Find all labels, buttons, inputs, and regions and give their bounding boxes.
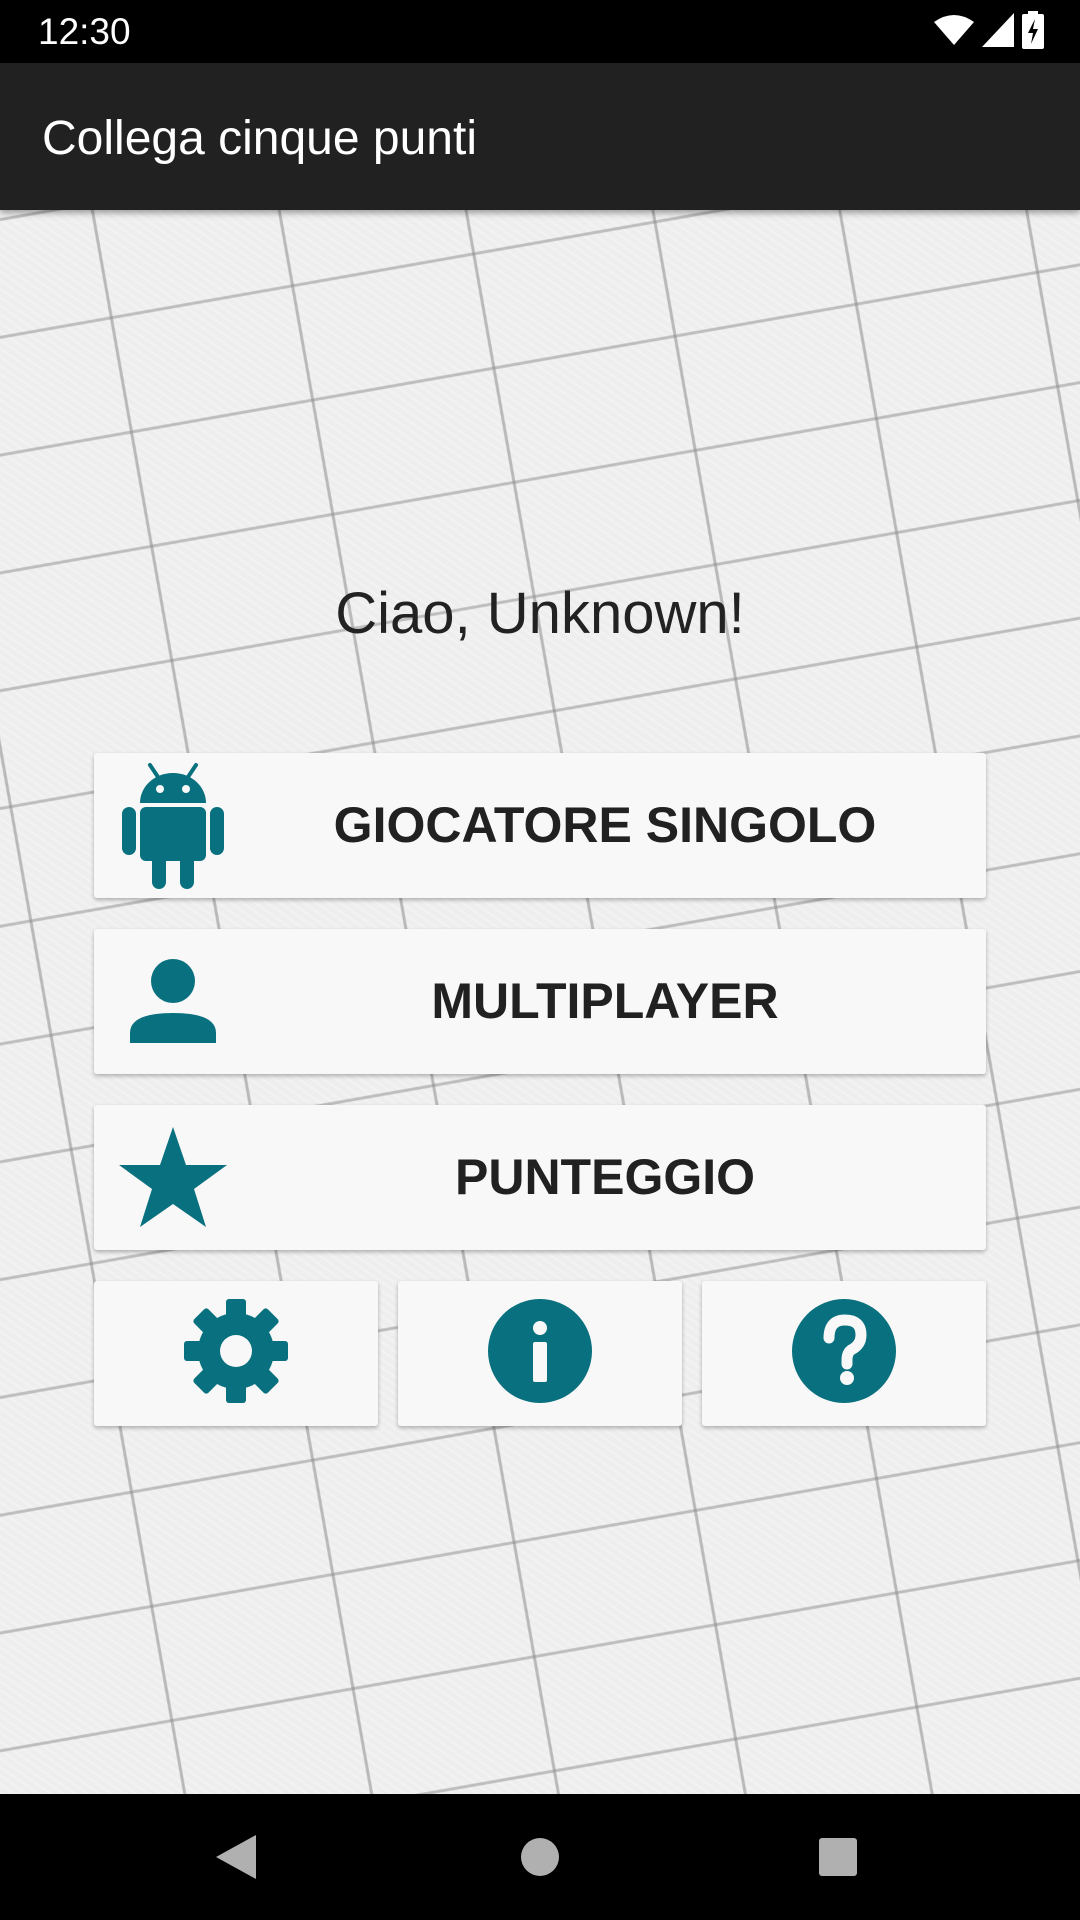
score-button[interactable]: PUNTEGGIO [94, 1105, 986, 1250]
status-bar: 12:30 [0, 0, 1080, 63]
navigation-bar [0, 1794, 1080, 1920]
cell-signal-icon [982, 12, 1014, 52]
app-title: Collega cinque punti [42, 112, 477, 165]
home-icon[interactable] [510, 1832, 570, 1882]
help-icon [791, 1298, 897, 1409]
status-icons [934, 10, 1044, 54]
multiplayer-label: MULTIPLAYER [431, 973, 779, 1029]
android-icon [118, 753, 228, 898]
main-content: Ciao, Unknown! GIOCATORE SINGOLO MULTIPL… [0, 210, 1080, 1794]
screen: 12:30 Collega cinque punti Ciao, Unknown… [0, 0, 1080, 1920]
app-bar: Collega cinque punti [0, 63, 1080, 210]
recents-icon[interactable] [808, 1832, 868, 1882]
status-time: 12:30 [38, 11, 131, 52]
battery-charging-icon [1022, 10, 1044, 54]
single-player-label: GIOCATORE SINGOLO [333, 797, 877, 853]
gear-icon [183, 1298, 289, 1409]
info-icon [487, 1298, 593, 1409]
greeting-text: Ciao, Unknown! [335, 581, 745, 646]
wifi-icon [934, 14, 974, 51]
person-icon [118, 929, 228, 1074]
single-player-button[interactable]: GIOCATORE SINGOLO [94, 753, 986, 898]
help-button[interactable] [702, 1281, 986, 1426]
multiplayer-button[interactable]: MULTIPLAYER [94, 929, 986, 1074]
settings-button[interactable] [94, 1281, 378, 1426]
back-icon[interactable] [208, 1832, 268, 1882]
info-button[interactable] [398, 1281, 682, 1426]
star-icon [118, 1105, 228, 1250]
score-label: PUNTEGGIO [454, 1149, 756, 1205]
